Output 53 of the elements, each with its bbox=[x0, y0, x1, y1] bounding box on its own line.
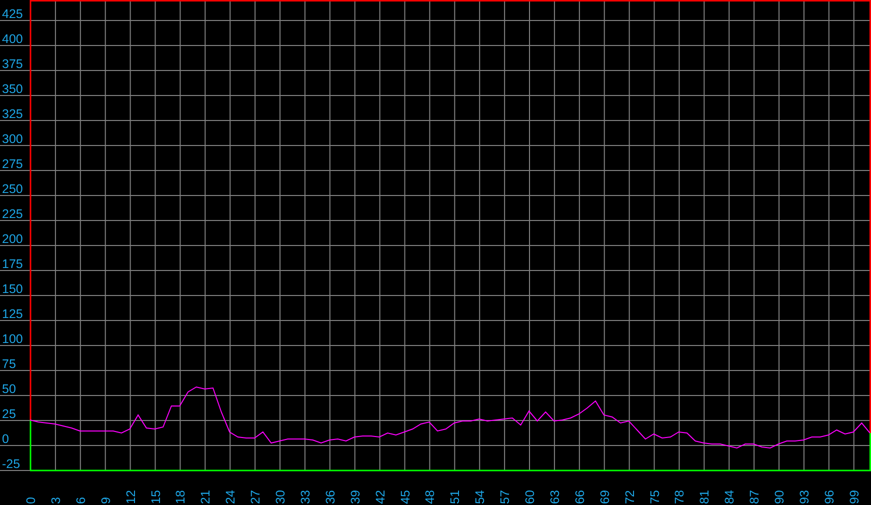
x-tick-label: 15 bbox=[148, 490, 163, 504]
x-tick-label: 45 bbox=[398, 490, 412, 504]
x-tick-label: 48 bbox=[423, 490, 438, 504]
x-tick-label: 36 bbox=[323, 490, 338, 504]
x-tick-label: 63 bbox=[548, 490, 562, 504]
x-tick-label: 21 bbox=[198, 490, 213, 504]
x-tick-label: 33 bbox=[298, 490, 312, 504]
x-tick-label: 54 bbox=[473, 490, 488, 504]
x-tick-label: 72 bbox=[622, 490, 637, 504]
x-tick-label: 57 bbox=[498, 490, 512, 504]
x-tick-label: 96 bbox=[822, 490, 836, 504]
y-tick-label: 275 bbox=[2, 157, 23, 171]
x-tick-label: 69 bbox=[598, 490, 612, 504]
y-tick-label: 50 bbox=[2, 382, 16, 396]
y-tick-label: 175 bbox=[2, 257, 23, 271]
x-tick-label: 18 bbox=[174, 490, 188, 504]
y-tick-label: 25 bbox=[2, 407, 16, 421]
y-tick-label: -25 bbox=[2, 457, 20, 471]
y-tick-label: 300 bbox=[2, 132, 23, 146]
y-tick-label: 250 bbox=[2, 182, 23, 196]
x-tick-label: 42 bbox=[373, 490, 388, 504]
x-tick-label: 24 bbox=[224, 490, 238, 504]
x-tick-label: 93 bbox=[797, 490, 812, 504]
x-tick-label: 6 bbox=[74, 497, 88, 504]
y-tick-label: 75 bbox=[2, 357, 16, 371]
x-tick-label: 84 bbox=[722, 490, 737, 504]
x-tick-label: 9 bbox=[98, 497, 113, 504]
y-tick-label: 400 bbox=[2, 32, 23, 46]
x-tick-label: 51 bbox=[448, 490, 462, 504]
x-tick-label: 99 bbox=[847, 490, 862, 504]
x-tick-label: 75 bbox=[648, 490, 662, 504]
y-tick-label: 350 bbox=[2, 82, 23, 96]
x-tick-label: 39 bbox=[348, 490, 362, 504]
x-tick-label: 30 bbox=[274, 490, 288, 504]
x-tick-label: 66 bbox=[572, 490, 587, 504]
y-tick-label: 125 bbox=[2, 307, 23, 321]
x-tick-label: 27 bbox=[248, 490, 263, 504]
y-tick-label: 100 bbox=[2, 332, 23, 346]
y-tick-label: 0 bbox=[2, 432, 9, 446]
y-tick-label: 425 bbox=[2, 7, 23, 21]
x-tick-label: 90 bbox=[772, 490, 787, 504]
x-tick-label: 81 bbox=[698, 490, 712, 504]
y-tick-label: 225 bbox=[2, 207, 23, 221]
y-tick-label: 325 bbox=[2, 107, 23, 121]
y-tick-label: 200 bbox=[2, 232, 23, 246]
x-tick-label: 87 bbox=[748, 490, 762, 504]
x-tick-label: 3 bbox=[48, 497, 63, 504]
y-tick-label: 375 bbox=[2, 57, 23, 71]
x-tick-label: 78 bbox=[672, 490, 687, 504]
x-tick-label: 60 bbox=[523, 490, 537, 504]
x-tick-label: 0 bbox=[24, 497, 38, 504]
y-tick-label: 150 bbox=[2, 282, 23, 296]
x-tick-label: 12 bbox=[124, 490, 138, 504]
